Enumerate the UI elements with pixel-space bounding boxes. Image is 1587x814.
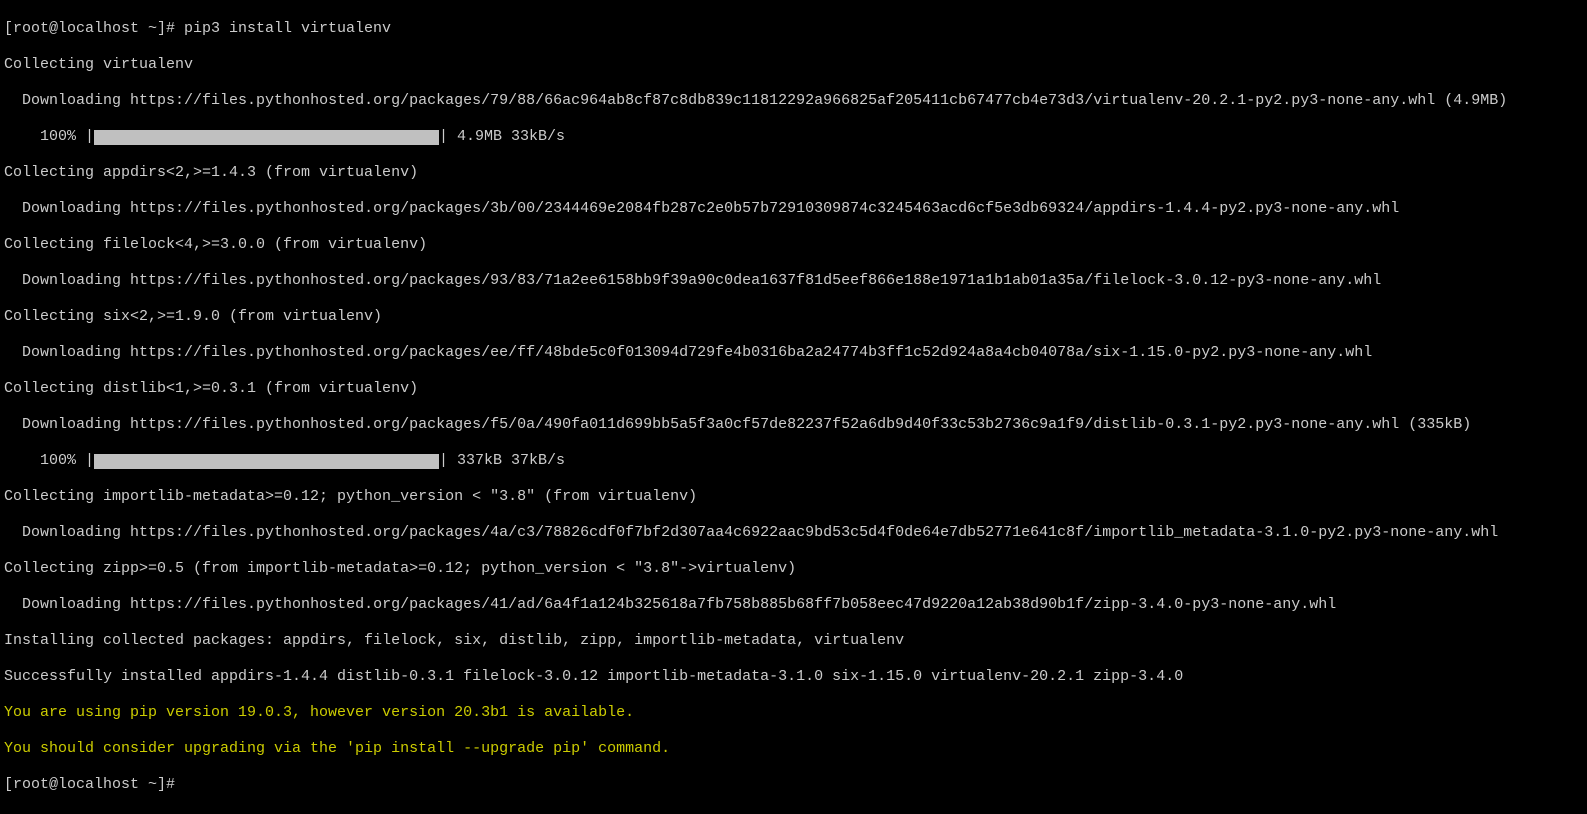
output-line: Collecting importlib-metadata>=0.12; pyt… [4,488,1583,506]
progress-left: 100% | [4,128,94,145]
output-line: Collecting zipp>=0.5 (from importlib-met… [4,560,1583,578]
output-line: Downloading https://files.pythonhosted.o… [4,272,1583,290]
progress-right: | 337kB 37kB/s [439,452,565,469]
progress-line: 100% | | 337kB 37kB/s [4,452,1583,470]
output-line: Collecting virtualenv [4,56,1583,74]
progress-bar-fill [94,130,439,145]
output-line: Successfully installed appdirs-1.4.4 dis… [4,668,1583,686]
output-line: Collecting distlib<1,>=0.3.1 (from virtu… [4,380,1583,398]
output-line: Downloading https://files.pythonhosted.o… [4,200,1583,218]
output-line: Installing collected packages: appdirs, … [4,632,1583,650]
output-line: Collecting filelock<4,>=3.0.0 (from virt… [4,236,1583,254]
output-line: Collecting appdirs<2,>=1.4.3 (from virtu… [4,164,1583,182]
output-line: Collecting six<2,>=1.9.0 (from virtualen… [4,308,1583,326]
shell-prompt-command: [root@localhost ~]# pip3 install virtual… [4,20,1583,38]
output-line: Downloading https://files.pythonhosted.o… [4,596,1583,614]
pip-warning: You are using pip version 19.0.3, howeve… [4,704,1583,722]
output-line: Downloading https://files.pythonhosted.o… [4,524,1583,542]
progress-line: 100% | | 4.9MB 33kB/s [4,128,1583,146]
output-line: Downloading https://files.pythonhosted.o… [4,92,1583,110]
terminal-output[interactable]: [root@localhost ~]# pip3 install virtual… [0,0,1587,814]
pip-warning: You should consider upgrading via the 'p… [4,740,1583,758]
progress-right: | 4.9MB 33kB/s [439,128,565,145]
shell-prompt: [root@localhost ~]# [4,776,1583,794]
output-line: Downloading https://files.pythonhosted.o… [4,416,1583,434]
progress-left: 100% | [4,452,94,469]
output-line: Downloading https://files.pythonhosted.o… [4,344,1583,362]
progress-bar-fill [94,454,439,469]
